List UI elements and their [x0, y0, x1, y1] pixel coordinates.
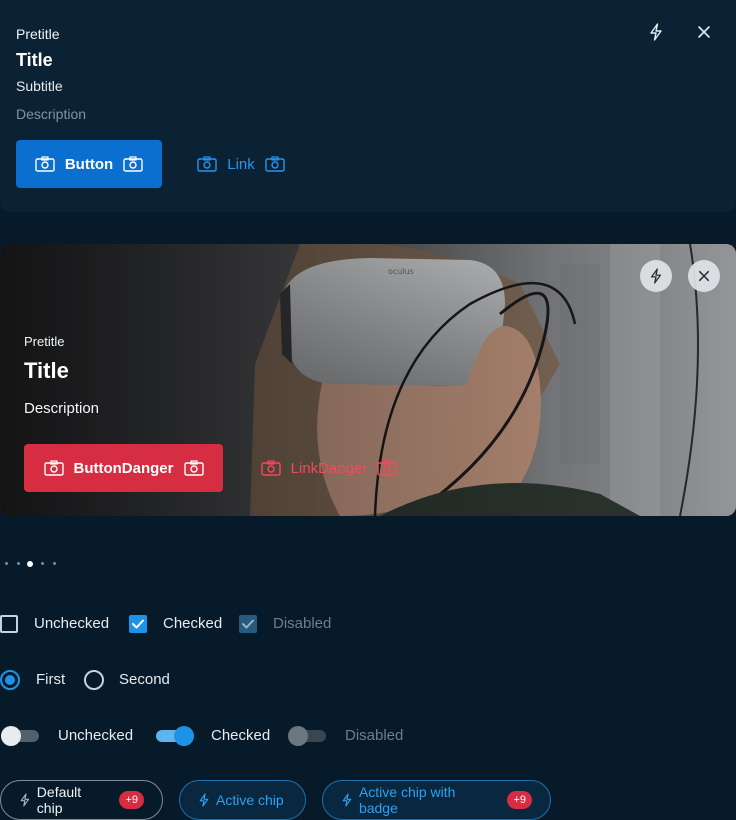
image-close-button[interactable]	[688, 260, 720, 292]
pagination-dot[interactable]	[41, 562, 44, 565]
image-card-description: Description	[24, 400, 100, 417]
checkbox-disabled	[239, 615, 257, 633]
danger-link-label: LinkDanger	[290, 459, 368, 477]
image-card-pretitle: Pretitle	[24, 334, 65, 349]
chip-badge: +9	[119, 791, 144, 809]
primary-button[interactable]: Button	[16, 140, 162, 188]
toggle-checked[interactable]	[156, 726, 194, 746]
camera-icon	[35, 156, 55, 172]
chip-default[interactable]: Default chip +9	[0, 780, 163, 820]
pagination-dot[interactable]	[5, 562, 8, 565]
card-description: Description	[16, 106, 87, 122]
close-icon	[698, 26, 710, 38]
toggle-thumb	[1, 726, 21, 746]
pagination-dot-active[interactable]	[27, 561, 33, 567]
toggle-unchecked[interactable]	[1, 726, 39, 746]
lightning-icon	[20, 793, 30, 807]
radio-label: First	[36, 671, 66, 688]
toggle-thumb	[288, 726, 308, 746]
chip-label: Active chip	[216, 792, 284, 808]
danger-button-label: ButtonDanger	[73, 459, 174, 477]
camera-icon	[197, 156, 217, 172]
check-icon	[242, 619, 254, 629]
camera-icon	[123, 156, 143, 172]
checkbox-unchecked[interactable]	[0, 615, 18, 633]
info-card: Pretitle Title Subtitle Description Butt…	[0, 0, 736, 212]
checkbox-checked[interactable]	[129, 615, 147, 633]
carousel-pagination	[0, 560, 60, 568]
chip-active-with-badge[interactable]: Active chip with badge +9	[322, 780, 551, 820]
card-subtitle: Subtitle	[16, 78, 63, 94]
radio-label: Second	[119, 671, 170, 688]
check-icon	[132, 619, 144, 629]
lightning-icon	[650, 23, 662, 41]
image-card: oculus Pretitle Title Description Button…	[0, 244, 736, 516]
camera-icon	[183, 460, 204, 476]
close-icon	[698, 270, 710, 282]
lightning-icon	[342, 793, 352, 807]
danger-button[interactable]: ButtonDanger	[24, 444, 223, 492]
lightning-icon	[650, 268, 662, 284]
chip-label: Default chip	[36, 784, 82, 816]
toggle-label: Checked	[211, 727, 271, 744]
camera-icon	[43, 460, 64, 476]
camera-icon	[265, 156, 285, 172]
primary-button-label: Button	[64, 155, 114, 173]
checkbox-label: Unchecked	[34, 615, 110, 632]
danger-link-button[interactable]: LinkDanger	[241, 444, 417, 492]
chip-active[interactable]: Active chip	[179, 780, 306, 820]
toggle-thumb	[174, 726, 194, 746]
action-button[interactable]	[640, 16, 672, 48]
camera-icon	[377, 460, 398, 476]
image-card-title: Title	[24, 358, 69, 383]
link-button[interactable]: Link	[180, 140, 302, 188]
chip-label: Active chip with badge	[358, 784, 456, 816]
toggle-disabled	[288, 726, 326, 746]
close-button[interactable]	[688, 16, 720, 48]
card-pretitle: Pretitle	[16, 26, 60, 42]
toggle-label: Disabled	[345, 727, 404, 744]
image-action-button[interactable]	[640, 260, 672, 292]
checkbox-label: Checked	[163, 615, 223, 632]
toggle-label: Unchecked	[58, 727, 134, 744]
radio-first[interactable]	[0, 670, 20, 690]
checkbox-label: Disabled	[273, 615, 332, 632]
chip-badge: +9	[507, 791, 532, 809]
page: Pretitle Title Subtitle Description Butt…	[0, 0, 736, 820]
camera-icon	[260, 460, 281, 476]
radio-second[interactable]	[84, 670, 104, 690]
card-title: Title	[16, 50, 53, 70]
lightning-icon	[199, 793, 209, 807]
pagination-dot[interactable]	[53, 562, 56, 565]
pagination-dot[interactable]	[17, 562, 20, 565]
link-button-label: Link	[227, 155, 255, 173]
